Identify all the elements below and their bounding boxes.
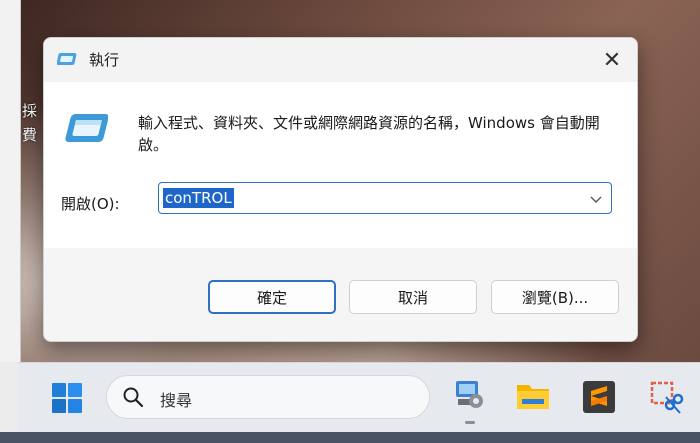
- open-input-value[interactable]: conTROL: [163, 188, 234, 208]
- start-icon[interactable]: [51, 382, 83, 414]
- run-program-icon: [62, 112, 109, 146]
- snipping-tool-icon[interactable]: [646, 377, 684, 417]
- dialog-description: 輸入程式、資料夾、文件或網際網路資源的名稱，Windows 會自動開啟。: [138, 114, 600, 154]
- file-explorer-icon[interactable]: [514, 377, 552, 417]
- running-indicator: [465, 421, 475, 424]
- taskbar: 搜尋: [18, 362, 700, 433]
- control-panel-icon[interactable]: [452, 377, 490, 424]
- search-icon: [122, 386, 144, 408]
- cancel-button[interactable]: 取消: [349, 280, 477, 314]
- background-window-edge-bottom: [0, 362, 18, 432]
- browse-button-label: 瀏覽(B)...: [521, 288, 589, 307]
- open-label: 開啟(O):: [61, 195, 120, 213]
- search-placeholder: 搜尋: [160, 391, 193, 410]
- cancel-button-label: 取消: [397, 288, 428, 307]
- run-icon: [56, 52, 79, 68]
- screen-bottom-edge: [0, 432, 700, 443]
- ok-button-label: 確定: [256, 288, 287, 307]
- dialog-title: 執行: [89, 51, 120, 69]
- run-dialog: 執行 ✕ 輸入程式、資料夾、文件或網際網路資源的名稱，Windows 會自動開啟…: [43, 37, 638, 342]
- sublime-text-icon[interactable]: [580, 377, 618, 417]
- close-button[interactable]: ✕: [595, 44, 629, 76]
- background-text-fragment: 費: [22, 126, 38, 144]
- taskbar-search[interactable]: 搜尋: [106, 375, 430, 419]
- background-text-fragment: 採: [22, 102, 38, 120]
- chevron-down-icon[interactable]: [589, 191, 603, 205]
- dialog-titlebar[interactable]: 執行 ✕: [44, 38, 637, 82]
- background-window-edge: 採 費: [0, 0, 37, 362]
- dialog-content: 輸入程式、資料夾、文件或網際網路資源的名稱，Windows 會自動開啟。 開啟(…: [44, 82, 637, 248]
- ok-button[interactable]: 確定: [208, 280, 336, 314]
- close-icon: ✕: [602, 47, 622, 73]
- open-combobox[interactable]: conTROL: [158, 182, 612, 214]
- browse-button[interactable]: 瀏覽(B)...: [491, 280, 619, 314]
